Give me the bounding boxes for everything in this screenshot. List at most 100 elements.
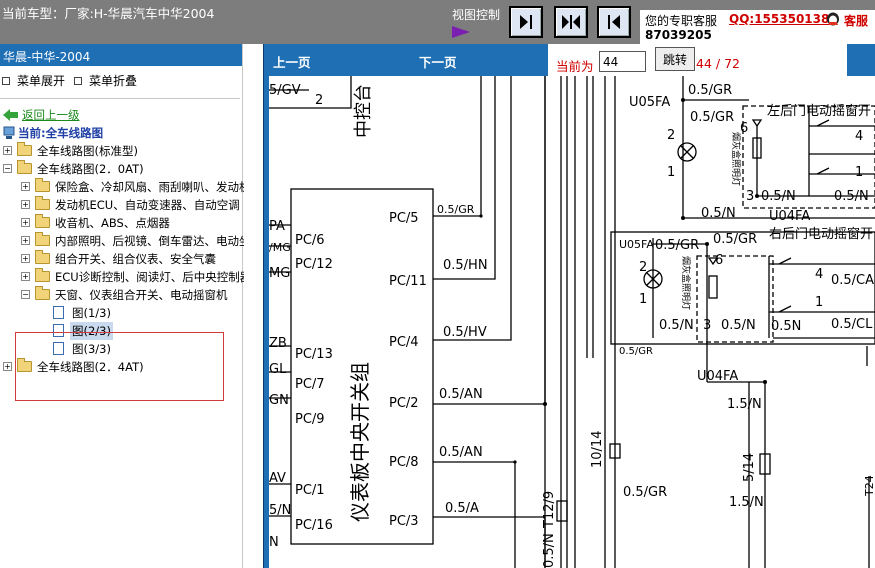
back-link[interactable]: 返回上一级	[22, 106, 80, 124]
qq-penguin-icon[interactable]	[824, 10, 842, 26]
wiring-diagram-svg: 5/GV 2 PA /MG MG ZB GL GN AV 5/N N PC/6 …	[269, 76, 875, 568]
block-pin-right: PC/4	[389, 335, 419, 350]
jump-button[interactable]: 跳转	[655, 47, 695, 71]
expand-plus-icon[interactable]: +	[21, 254, 30, 263]
folder-icon	[35, 268, 50, 282]
page-number-input[interactable]	[599, 51, 646, 72]
stub-label: GN	[269, 393, 289, 408]
expand-plus-icon[interactable]: +	[21, 200, 30, 209]
support-panel: 您的专职客服 QQ:1553501388 客服 87039205	[640, 10, 875, 44]
block-pin-left: PC/16	[295, 518, 333, 533]
tree-page-label[interactable]: 图(1/3)	[72, 304, 111, 322]
next-page-button[interactable]: 下一页	[419, 52, 457, 71]
tree-node-label[interactable]: 全车线路图(2．0AT)	[37, 160, 144, 178]
prev-view-button[interactable]	[509, 6, 543, 38]
wire-label: 0.5/CL	[831, 317, 873, 332]
pin-label: 1	[855, 165, 863, 180]
wire-label: 1.5/N	[727, 397, 762, 412]
connector-label-vertical: 5/14	[742, 453, 757, 482]
wire-label: 0.5/GR	[688, 83, 732, 98]
connector-label: U04FA	[769, 209, 810, 224]
stub-label: MG	[269, 266, 290, 281]
expand-plus-icon[interactable]: +	[21, 272, 30, 281]
collapse-box-icon	[74, 77, 82, 85]
folder-icon	[35, 214, 50, 228]
folder-open-icon	[35, 286, 50, 300]
service-link[interactable]: 客服	[844, 12, 868, 29]
folder-icon	[17, 142, 32, 156]
wire-label: 0.5/AN	[439, 445, 483, 460]
stub-label: /MG	[269, 241, 291, 254]
qq-link[interactable]: QQ:1553501388	[729, 12, 838, 26]
wire-label: 0.5/N	[659, 318, 694, 333]
tree-node-label[interactable]: 天窗、仪表组合开关、电动摇窗机	[55, 286, 228, 304]
sidebar-title: 华晨-中华-2004	[0, 44, 242, 66]
stub-label: AV	[269, 471, 286, 486]
next-view-button[interactable]	[597, 6, 631, 38]
expand-plus-icon[interactable]: +	[21, 182, 30, 191]
prev-page-button[interactable]: 上一页	[273, 52, 311, 71]
lamp-label: 烟灰盒照明灯	[730, 132, 742, 186]
tree-node-label[interactable]: 收音机、ABS、点烟器	[55, 214, 170, 232]
wire-label: 0.5/HN	[443, 258, 488, 273]
block-pin-left: PC/6	[295, 233, 325, 248]
block-pin-right: PC/11	[389, 274, 427, 289]
stub-label: PA	[269, 219, 285, 234]
expand-plus-icon[interactable]: +	[21, 218, 30, 227]
block-pin-right: PC/2	[389, 396, 419, 411]
tree-node-label[interactable]: 全车线路图(标准型)	[37, 142, 138, 160]
pin-label: 2	[639, 260, 647, 275]
page-icon	[53, 306, 64, 319]
tree-node-label[interactable]: 内部照明、后视镜、倒车雷达、电动坐	[55, 232, 251, 250]
folder-icon	[35, 178, 50, 192]
component-title: 右后门电动摇窗开	[769, 226, 873, 242]
block-pin-left: PC/1	[295, 483, 325, 498]
collapse-minus-icon[interactable]: −	[3, 164, 12, 173]
block-pin-left: PC/12	[295, 257, 333, 272]
wire-label: 0.5/GR	[713, 232, 757, 247]
expand-plus-icon[interactable]: +	[3, 146, 12, 155]
connector-label: U05FA	[629, 95, 670, 110]
lamp-label: 烟灰盒照明灯	[680, 256, 692, 310]
collapse-minus-icon[interactable]: −	[21, 290, 30, 299]
wire-label: 0.5/GR	[623, 485, 667, 500]
current-location-label: 当前:全车线路图	[18, 126, 104, 140]
connector-label-vertical: T24	[863, 475, 875, 497]
wire-label: 0.5/HV	[443, 325, 487, 340]
pin-label: 2	[667, 128, 675, 143]
view-control-label: 视图控制	[452, 8, 501, 22]
expand-plus-icon[interactable]: +	[21, 236, 30, 245]
menu-expand-button[interactable]: 菜单展开	[2, 72, 65, 89]
folder-icon	[35, 232, 50, 246]
tree-node-label[interactable]: 组合开关、组合仪表、安全气囊	[55, 250, 216, 268]
step-forward-icon	[608, 15, 620, 29]
fit-view-button[interactable]	[554, 6, 588, 38]
computer-icon	[3, 126, 15, 139]
component-title: 左后门电动摇窗开	[767, 103, 871, 119]
stub-label: N	[269, 535, 279, 550]
tree-node-label[interactable]: 发动机ECU、自动变速器、自动空调	[55, 196, 240, 214]
pin-label: 3	[746, 189, 754, 204]
current-page-label: 当前为	[556, 59, 594, 74]
wire-label: 0.5/GR	[655, 238, 699, 253]
pager-nav-bg: 上一页 下一页	[269, 44, 548, 76]
wire-label: 0.5/GR	[690, 110, 734, 125]
pin-label: 6	[715, 253, 723, 268]
pin-label: 3	[703, 318, 711, 333]
menu-collapse-button[interactable]: 菜单折叠	[74, 72, 137, 89]
tree-node-label[interactable]: ECU诊断控制、阅读灯、后中央控制器	[55, 268, 251, 286]
stub-label: GL	[269, 362, 287, 377]
wire-label: 0.5/GR	[437, 203, 475, 216]
folder-open-icon	[17, 160, 32, 174]
wire-label: 0.5/AN	[439, 387, 483, 402]
component-title-vertical: 中控台	[353, 84, 374, 138]
support-number: 87039205	[645, 28, 712, 42]
expand-plus-icon[interactable]: +	[3, 362, 12, 371]
tree-node-label[interactable]: 保险盒、冷却风扇、雨刮喇叭、发动机	[55, 178, 251, 196]
block-title: 仪表板中央开关组	[348, 362, 372, 522]
menu-collapse-label: 菜单折叠	[89, 74, 138, 88]
menu-expand-label: 菜单展开	[17, 74, 66, 88]
expand-box-icon	[2, 77, 10, 85]
panel-splitter[interactable]	[244, 44, 264, 568]
top-bar: 当前车型：厂家:H-华晨汽车中华2004 视图控制 您的专职客服 QQ:1553…	[0, 0, 875, 44]
